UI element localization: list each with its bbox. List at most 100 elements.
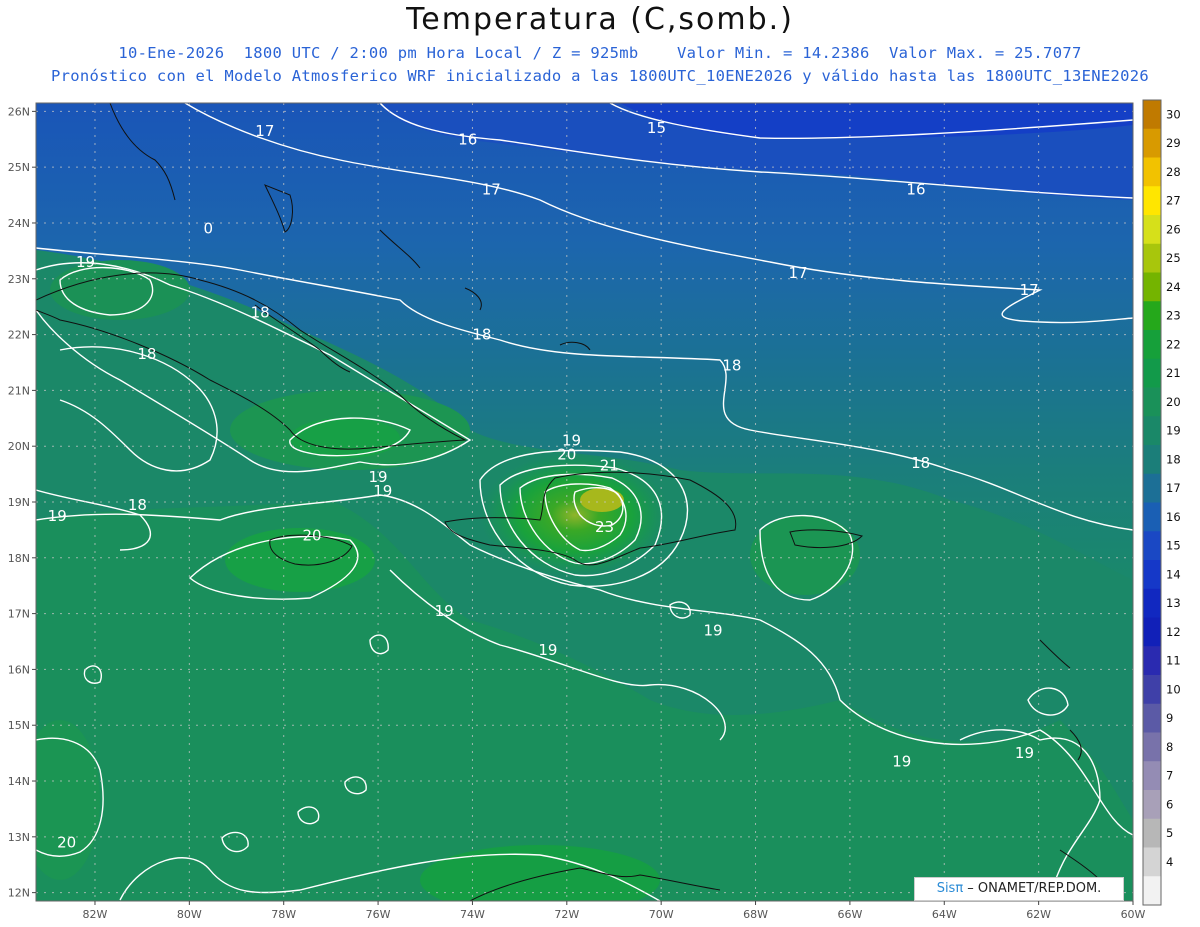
colorbar-tick-29: 29 [1166,136,1181,150]
isotherm-label: 19 [704,621,723,639]
isotherm-label: 16 [458,130,477,148]
lat-label-19N: 19N [8,496,30,509]
colorbar-tick-4: 4 [1166,855,1173,869]
colorbar-swatch [1143,790,1161,820]
colorbar-tick-20: 20 [1166,395,1181,409]
colorbar-swatch [1143,617,1161,647]
colorbar-tick-15: 15 [1166,539,1181,553]
lat-label-14N: 14N [8,775,30,788]
isotherm-label: 17 [788,264,807,282]
colorbar-tick-28: 28 [1166,165,1181,179]
colorbar-swatch [1143,588,1161,618]
colorbar-swatch [1143,243,1161,273]
colorbar-tick-5: 5 [1166,826,1173,840]
lon-label-82W: 82W [83,908,108,921]
isotherm-label: 19 [373,482,392,500]
isotherm-label: 18 [911,454,930,472]
isotherm-label: 20 [302,526,321,544]
isotherm-label: 18 [251,303,270,321]
isotherm-label: 23 [595,518,614,536]
shade-hispaniola-peak [580,488,624,512]
colorbar-tick-7: 7 [1166,769,1173,783]
isotherm-label: 18 [128,496,147,514]
colorbar-swatch [1143,818,1161,848]
lon-label-74W: 74W [460,908,485,921]
colorbar-swatch [1143,675,1161,705]
colorbar-swatch [1143,560,1161,590]
isotherm-label: 0 [203,220,213,238]
colorbar-tick-17: 17 [1166,481,1181,495]
isotherm-label: 19 [76,253,95,271]
lon-label-70W: 70W [649,908,674,921]
lat-label-25N: 25N [8,161,30,174]
colorbar: 30 29 28 27 26 25 24 23 22 21 20 19 18 17 16 15 14 13 12 11… [1142,99,1181,906]
lon-label-72W: 72W [554,908,579,921]
latitude-axis-labels: 26N 25N 24N 23N 22N 21N 20N 19N 18N 17N 16N 15N 14N 1… [8,105,36,900]
isotherm-label: 17 [482,180,501,198]
colorbar-tick-18: 18 [1166,452,1181,466]
colorbar-swatch [1143,301,1161,331]
colorbar-swatch [1143,646,1161,676]
colorbar-tick-19: 19 [1166,424,1181,438]
colorbar-swatch [1143,330,1161,360]
colorbar-swatch [1143,272,1161,302]
lat-label-13N: 13N [8,831,30,844]
lat-label-24N: 24N [8,217,30,230]
colorbar-tick-23: 23 [1166,309,1181,323]
isotherm-label: 17 [255,122,274,140]
colorbar-tick-10: 10 [1166,682,1181,696]
colorbar-tick-11: 11 [1166,654,1181,668]
lat-label-12N: 12N [8,887,30,900]
lon-label-78W: 78W [271,908,296,921]
lon-label-64W: 64W [932,908,957,921]
colorbar-tick-21: 21 [1166,366,1181,380]
colorbar-swatch [1143,531,1161,561]
colorbar-swatch [1143,100,1161,130]
colorbar-tick-13: 13 [1166,596,1181,610]
credit-box: Sisπ – ONAMET/REP.DOM. [914,877,1124,901]
colorbar-tick-22: 22 [1166,337,1181,351]
isotherm-label: 16 [906,180,925,198]
lon-label-76W: 76W [366,908,391,921]
colorbar-swatch [1143,847,1161,877]
colorbar-swatch [1143,502,1161,532]
colorbar-tick-30: 30 [1166,107,1181,121]
colorbar-tick-14: 14 [1166,567,1181,581]
colorbar-swatch [1143,157,1161,187]
colorbar-swatch [1143,876,1161,906]
isotherm-label: 18 [722,356,741,374]
lat-label-20N: 20N [8,440,30,453]
colorbar-tick-16: 16 [1166,510,1181,524]
lat-label-16N: 16N [8,663,30,676]
colorbar-tick-26: 26 [1166,222,1181,236]
lat-label-18N: 18N [8,552,30,565]
colorbar-swatch [1143,473,1161,503]
colorbar-tick-6: 6 [1166,797,1173,811]
lat-label-21N: 21N [8,384,30,397]
credit-text: – ONAMET/REP.DOM. [963,881,1102,896]
colorbar-swatch [1143,215,1161,245]
isotherm-label: 18 [137,345,156,363]
lat-label-17N: 17N [8,608,30,621]
isotherm-label: 19 [1015,744,1034,762]
map-figure: 17 16 15 17 16 0 19 17 17 18 18 18 18 19 20 21 18 19 19 18 1… [8,99,1181,921]
lon-label-80W: 80W [177,908,202,921]
isotherm-label: 20 [57,833,76,851]
lon-label-60W: 60W [1121,908,1146,921]
colorbar-tick-8: 8 [1166,740,1173,754]
colorbar-swatch [1143,416,1161,446]
sispi-logo: Sisπ [936,881,964,896]
isotherm-label: 15 [647,119,666,137]
lat-label-22N: 22N [8,329,30,342]
lat-label-15N: 15N [8,719,30,732]
isotherm-label: 17 [1020,281,1039,299]
isotherm-label: 19 [892,752,911,770]
isotherm-label: 20 [557,446,576,464]
shade-puertorico-warm [750,515,860,595]
shade-jamaica-warm [225,528,375,592]
colorbar-swatch [1143,387,1161,417]
isotherm-label: 19 [48,507,67,525]
lon-label-62W: 62W [1026,908,1051,921]
colorbar-swatch [1143,761,1161,791]
colorbar-swatch [1143,703,1161,733]
